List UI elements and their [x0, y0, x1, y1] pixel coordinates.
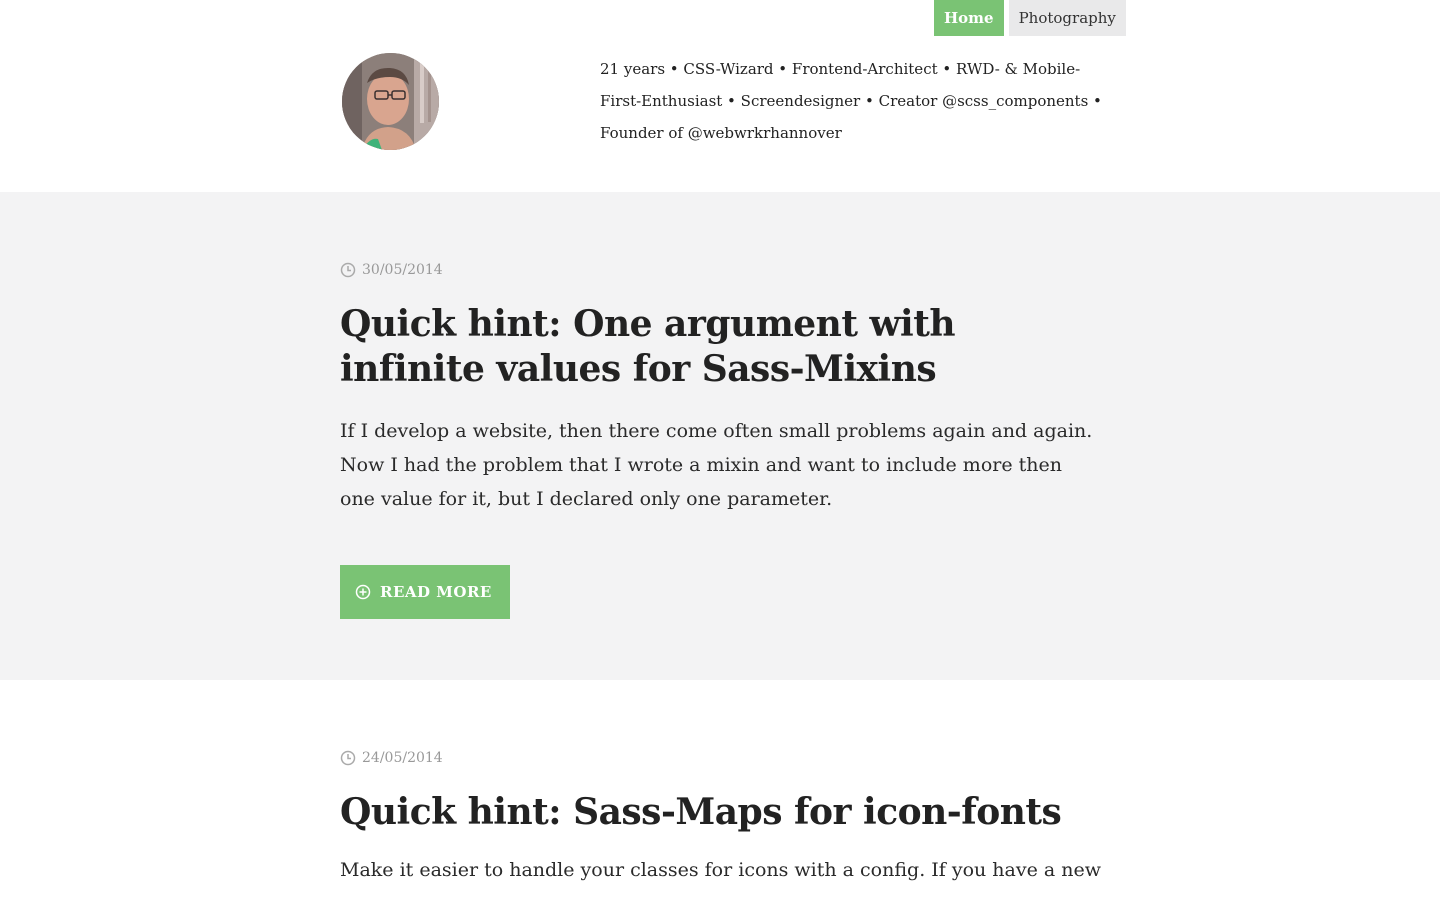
- post-excerpt: If I develop a website, then there come …: [340, 420, 1093, 510]
- post-card: 24/05/2014 Quick hint: Sass-Maps for ico…: [0, 680, 1440, 900]
- post-content: 24/05/2014 Quick hint: Sass-Maps for ico…: [340, 748, 1101, 887]
- clock-icon: [340, 262, 356, 278]
- plus-circle-icon: [355, 584, 371, 600]
- post-date: 24/05/2014: [340, 748, 1100, 768]
- post-excerpt: Make it easier to handle your classes fo…: [340, 859, 1101, 881]
- site-header: 21 years • CSS-Wizard • Frontend-Archite…: [0, 0, 1440, 192]
- post-content: 30/05/2014 Quick hint: One argument with…: [340, 260, 1100, 619]
- avatar: [342, 53, 439, 150]
- post-title[interactable]: Quick hint: Sass-Maps for icon-fonts: [340, 790, 1100, 835]
- post-date-text: 30/05/2014: [362, 262, 443, 278]
- post-card: 30/05/2014 Quick hint: One argument with…: [0, 192, 1440, 680]
- header-bio: 21 years • CSS-Wizard • Frontend-Archite…: [600, 60, 1102, 142]
- post-title[interactable]: Quick hint: One argument with infinite v…: [340, 302, 1100, 392]
- read-more-button[interactable]: READ MORE: [340, 565, 510, 619]
- post-date-text: 24/05/2014: [362, 750, 443, 766]
- post-date: 30/05/2014: [340, 260, 1100, 280]
- clock-icon: [340, 750, 356, 766]
- read-more-label: READ MORE: [380, 583, 492, 601]
- read-more-wrapper: READ MORE: [340, 565, 1100, 619]
- avatar-image: [342, 53, 439, 150]
